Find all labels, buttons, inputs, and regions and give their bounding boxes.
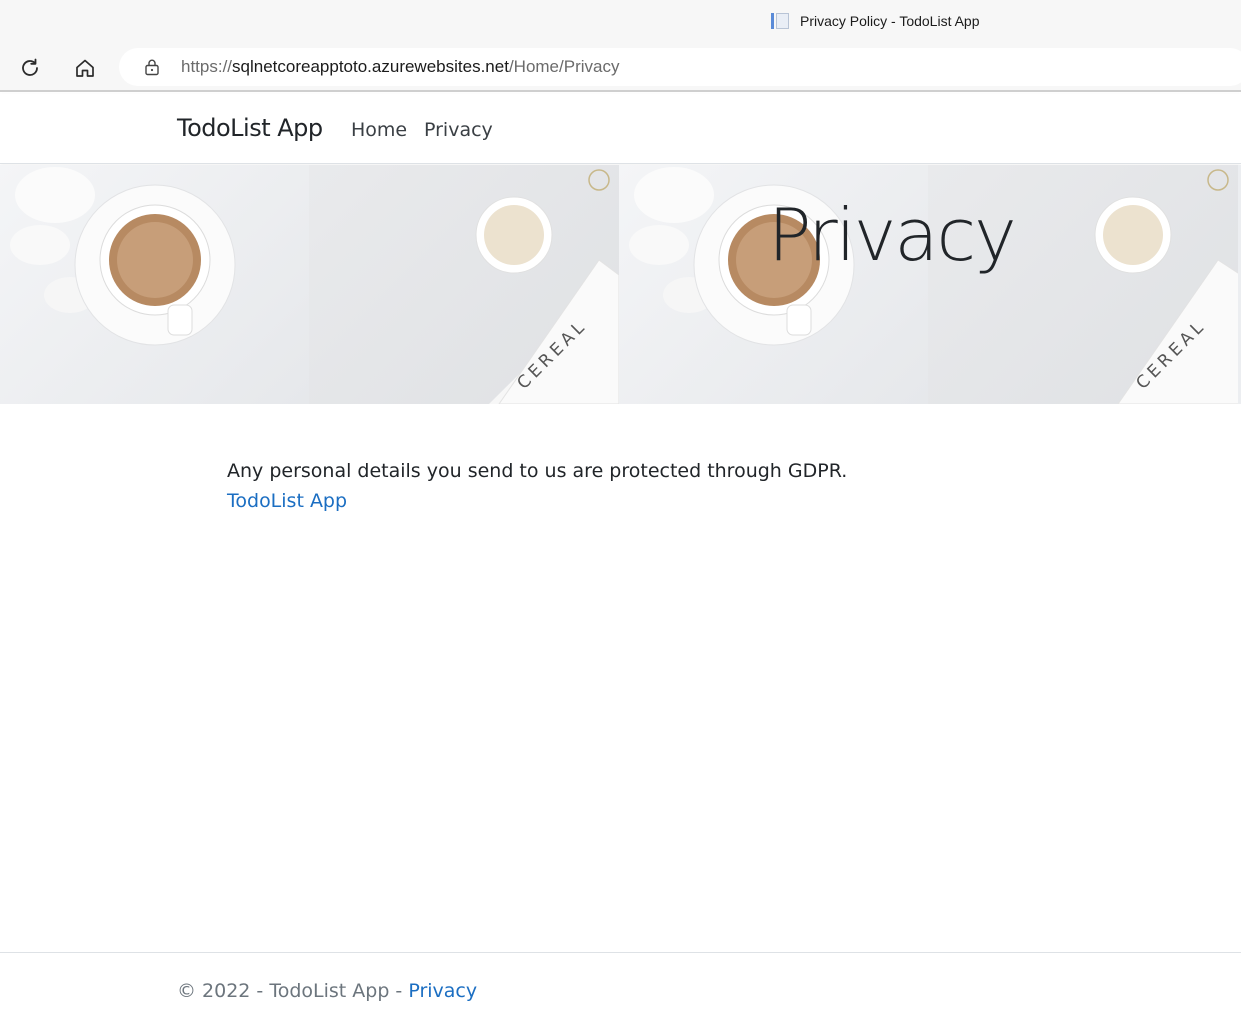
- tab-title: Privacy Policy - TodoList App: [800, 13, 980, 29]
- footer-copyright: © 2022 - TodoList App -: [177, 980, 409, 1002]
- hero-banner: CEREAL CEREAL Privacy: [0, 165, 1241, 404]
- refresh-icon: [22, 58, 38, 76]
- hero-image-coffee: [0, 165, 310, 404]
- main-content: Any personal details you send to us are …: [227, 456, 847, 516]
- site-footer: © 2022 - TodoList App - Privacy: [0, 952, 1241, 1024]
- hero-image-cereal: CEREAL: [309, 165, 619, 404]
- footer-text: © 2022 - TodoList App - Privacy: [177, 980, 477, 1002]
- site-navbar: TodoList App Home Privacy: [0, 94, 1241, 164]
- browser-titlebar: Privacy Policy - TodoList App: [0, 0, 1241, 42]
- todolist-app-link[interactable]: TodoList App: [227, 490, 347, 512]
- home-icon: [76, 59, 94, 77]
- page-title: Privacy: [768, 193, 1017, 277]
- footer-privacy-link[interactable]: Privacy: [408, 980, 477, 1002]
- address-bar[interactable]: https://sqlnetcoreapptoto.azurewebsites.…: [119, 48, 1241, 86]
- home-button[interactable]: [70, 53, 100, 83]
- page-favicon-icon: [770, 11, 790, 31]
- nav-link-home[interactable]: Home: [351, 119, 407, 141]
- browser-toolbar: https://sqlnetcoreapptoto.azurewebsites.…: [0, 42, 1241, 92]
- browser-tab[interactable]: Privacy Policy - TodoList App: [770, 9, 980, 33]
- url-host: sqlnetcoreapptoto.azurewebsites.net: [232, 57, 509, 76]
- privacy-message: Any personal details you send to us are …: [227, 460, 848, 482]
- lock-icon[interactable]: [143, 58, 161, 76]
- url-scheme: https://: [181, 57, 233, 76]
- navbar-brand-link[interactable]: TodoList App: [177, 114, 323, 142]
- url-path: /Home/Privacy: [508, 57, 620, 76]
- url-text[interactable]: https://sqlnetcoreapptoto.azurewebsites.…: [181, 57, 619, 77]
- refresh-button[interactable]: [15, 53, 45, 83]
- nav-link-privacy[interactable]: Privacy: [424, 119, 493, 141]
